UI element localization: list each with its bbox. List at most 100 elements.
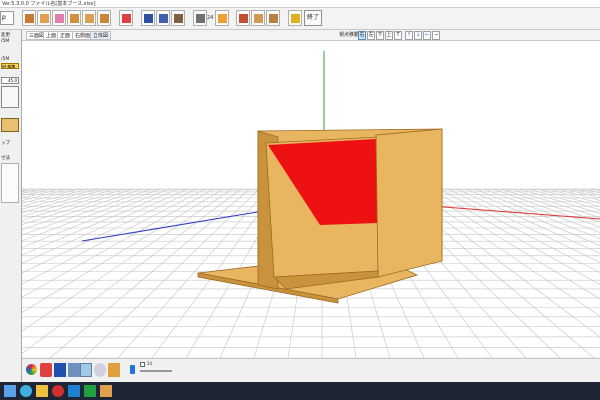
grid-column-line — [22, 188, 26, 190]
grid-column-line — [510, 188, 600, 218]
arrow-up-button[interactable]: ↑ — [405, 31, 413, 40]
material-edit-button[interactable]: 材-編集 — [1, 63, 19, 69]
left-label-1: /5M — [1, 39, 10, 44]
preview-thumb[interactable] — [1, 118, 19, 132]
view-button-bottom[interactable]: 下 — [376, 31, 384, 40]
gear-icon — [291, 14, 300, 23]
tool-button-11[interactable] — [193, 10, 207, 26]
tool-button-4[interactable] — [67, 10, 81, 26]
option-checkbox[interactable] — [140, 362, 145, 367]
jar-icon — [218, 14, 227, 23]
grid-column-line — [564, 188, 600, 199]
booth-app-icon[interactable] — [100, 385, 112, 397]
left-label-2: /5M — [1, 57, 10, 62]
title-bar: Ver.5.3.0.0 ファイル名[基本ブース.xlsx] — [0, 0, 600, 8]
grid-column-line — [22, 188, 170, 248]
grid-column-line — [546, 188, 600, 204]
grid-column-line — [429, 188, 600, 286]
tool-button-16[interactable] — [288, 10, 302, 26]
rotate-icon — [196, 14, 205, 23]
tool-button-13[interactable] — [236, 10, 250, 26]
tab-3d[interactable]: 立体図 — [90, 31, 112, 40]
grid-column-line — [22, 188, 80, 204]
grid-column-line — [22, 188, 125, 221]
view-button-top[interactable]: 上 — [385, 31, 393, 40]
left-label-change: 変更 — [1, 33, 10, 38]
pink-icon — [55, 14, 64, 23]
red-brush-icon[interactable] — [40, 363, 52, 377]
list-icon — [144, 14, 153, 23]
grid-column-line — [22, 188, 134, 226]
grid-column-line — [22, 188, 179, 256]
excel-icon[interactable] — [84, 385, 96, 397]
color-palette[interactable] — [1, 86, 19, 108]
cabinet-icon — [85, 14, 94, 23]
view-button-right[interactable]: 右 — [358, 31, 366, 40]
delete-icon — [122, 14, 131, 23]
tool-button-15[interactable] — [266, 10, 280, 26]
drawer-icon — [174, 14, 183, 23]
app-icon-1[interactable] — [52, 385, 64, 397]
grid-column-line — [438, 188, 600, 274]
zoom-slider-track[interactable] — [140, 370, 172, 372]
grid-column-line — [456, 188, 600, 254]
toolbar: p 24 終了 — [0, 8, 600, 30]
tool-button-10[interactable] — [171, 10, 185, 26]
layer-icon[interactable] — [80, 363, 92, 377]
folder-icon[interactable] — [36, 385, 48, 397]
shelf-grid-icon — [269, 14, 278, 23]
start-icon[interactable] — [4, 385, 16, 397]
tool-button-12[interactable] — [215, 10, 229, 26]
grid-column-line — [591, 188, 600, 192]
grid-column-line — [582, 188, 600, 194]
color-wheel-icon[interactable] — [26, 364, 37, 375]
stamp-icon — [239, 14, 248, 23]
sphere-icon[interactable] — [94, 363, 106, 377]
view-button-left[interactable]: 左 — [367, 31, 375, 40]
zoom-slider-knob[interactable] — [130, 365, 135, 374]
tool-button-6[interactable] — [97, 10, 111, 26]
right-wall — [375, 128, 443, 278]
arrow-left-button[interactable]: ← — [423, 31, 431, 40]
grid-column-line — [22, 188, 143, 230]
left-panel: 変更 /5M /5M 材-編集 45.0 ップ 寸法 — [0, 30, 22, 382]
taskbar — [0, 382, 600, 400]
tool-button-8[interactable] — [141, 10, 155, 26]
grid-icon — [254, 14, 263, 23]
window-title: Ver.5.3.0.0 ファイル名[基本ブース.xlsx] — [2, 1, 96, 7]
tool-button-3[interactable] — [52, 10, 66, 26]
grid-column-line — [22, 188, 53, 197]
left-label-3: ップ — [1, 141, 10, 146]
3d-viewport[interactable] — [22, 41, 600, 358]
app-icon-2[interactable] — [68, 385, 80, 397]
scene-canvas — [22, 51, 600, 358]
app-window: Ver.5.3.0.0 ファイル名[基本ブース.xlsx] p 24 終了 変更… — [0, 0, 600, 400]
grid-column-line — [420, 188, 600, 300]
grid-column-line — [22, 188, 44, 194]
grid-column-line — [555, 188, 600, 201]
tool-button-14[interactable] — [251, 10, 265, 26]
cube-icon[interactable] — [68, 363, 80, 377]
door-icon — [100, 14, 109, 23]
toolbar-field[interactable]: p — [0, 11, 14, 25]
grid-column-line — [22, 188, 197, 274]
wood-icon[interactable] — [108, 363, 120, 377]
tool-button-9[interactable] — [156, 10, 170, 26]
tab-front[interactable]: 正面 — [57, 31, 74, 40]
exit-button[interactable]: 終了 — [304, 10, 322, 26]
browser-icon[interactable] — [20, 385, 32, 397]
dimension-list[interactable] — [1, 163, 19, 203]
tool-button-7[interactable] — [119, 10, 133, 26]
view-button-t[interactable]: T — [394, 31, 402, 40]
arrow-down-button[interactable]: ↓ — [414, 31, 422, 40]
tool-button-1[interactable] — [22, 10, 36, 26]
grid-column-line — [492, 188, 600, 228]
arrow-right-button[interactable]: → — [432, 31, 440, 40]
tool-button-2[interactable] — [37, 10, 51, 26]
table-icon — [159, 14, 168, 23]
left-label-4: 寸法 — [1, 156, 10, 161]
view-tabs: 三面図 上面 正面 右側面 立体図 視点移動 右 左 下 上 T ↑ ↓ ← → — [22, 30, 600, 41]
value-field[interactable]: 45.0 — [1, 77, 19, 84]
tool-button-5[interactable] — [82, 10, 96, 26]
blue-block-icon[interactable] — [54, 363, 66, 377]
